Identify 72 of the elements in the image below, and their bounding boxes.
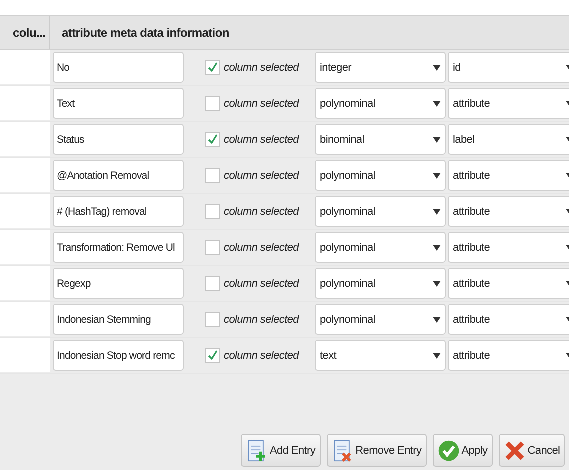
checkbox[interactable] bbox=[205, 132, 220, 147]
name-field[interactable]: # (HashTag) removal bbox=[53, 196, 184, 227]
dropdown-arrow-icon bbox=[433, 208, 441, 214]
role-dropdown[interactable]: attribute bbox=[448, 304, 569, 335]
checkbox-label: column selected bbox=[224, 242, 299, 254]
checkbox-label: column selected bbox=[224, 98, 299, 110]
role-dropdown[interactable]: attribute bbox=[448, 160, 569, 191]
table-cell bbox=[0, 302, 50, 336]
checkbox[interactable] bbox=[205, 168, 220, 183]
role-dropdown[interactable]: attribute bbox=[448, 340, 569, 371]
table-cell bbox=[0, 338, 50, 372]
checkbox-label: column selected bbox=[224, 134, 299, 146]
name-field[interactable]: Status bbox=[53, 124, 184, 155]
checkbox-label: column selected bbox=[224, 206, 299, 218]
table-cell bbox=[0, 266, 50, 300]
checkbox-label: column selected bbox=[224, 62, 299, 74]
checkbox-label: column selected bbox=[224, 278, 299, 290]
dropdown-arrow-icon bbox=[433, 244, 441, 250]
table-cell bbox=[0, 50, 50, 84]
add-button[interactable]: Add Entry bbox=[241, 434, 321, 467]
type-dropdown[interactable]: polynominal bbox=[315, 304, 446, 335]
table-cell bbox=[0, 230, 50, 264]
column-header[interactable]: attribute meta data information bbox=[50, 16, 569, 49]
checkmark-icon bbox=[438, 438, 460, 462]
apply-button[interactable]: Apply bbox=[432, 434, 493, 467]
name-field[interactable]: Indonesian Stop word remc bbox=[53, 340, 184, 371]
name-field[interactable]: Transformation: Remove Ul bbox=[53, 232, 184, 263]
name-field[interactable]: Indonesian Stemming bbox=[53, 304, 184, 335]
table-cell bbox=[0, 194, 50, 228]
checkbox-label: column selected bbox=[224, 314, 299, 326]
dropdown-arrow-icon bbox=[433, 136, 441, 142]
type-dropdown[interactable]: integer bbox=[315, 52, 446, 83]
role-dropdown[interactable]: attribute bbox=[448, 268, 569, 299]
role-dropdown[interactable]: label bbox=[448, 124, 569, 155]
checkbox[interactable] bbox=[205, 96, 220, 111]
name-field[interactable]: No bbox=[53, 52, 184, 83]
type-dropdown[interactable]: polynominal bbox=[315, 268, 446, 299]
name-field[interactable]: Regexp bbox=[53, 268, 184, 299]
type-dropdown[interactable]: text bbox=[315, 340, 446, 371]
role-dropdown[interactable]: attribute bbox=[448, 196, 569, 227]
checkbox[interactable] bbox=[205, 276, 220, 291]
dropdown-arrow-icon bbox=[433, 100, 441, 106]
checkbox-label: column selected bbox=[224, 350, 299, 362]
role-dropdown[interactable]: id bbox=[448, 52, 569, 83]
table-cell bbox=[0, 158, 50, 192]
checkbox[interactable] bbox=[205, 60, 220, 75]
name-field[interactable]: @Anotation Removal bbox=[53, 160, 184, 191]
type-dropdown[interactable]: polynominal bbox=[315, 160, 446, 191]
dropdown-arrow-icon bbox=[433, 172, 441, 178]
checkbox-label: column selected bbox=[224, 170, 299, 182]
name-field[interactable]: Text bbox=[53, 88, 184, 119]
checkbox[interactable] bbox=[205, 240, 220, 255]
document-remove-icon bbox=[332, 438, 354, 462]
column-header[interactable]: colu... bbox=[0, 16, 50, 49]
type-dropdown[interactable]: binominal bbox=[315, 124, 446, 155]
role-dropdown[interactable]: attribute bbox=[448, 232, 569, 263]
dropdown-arrow-icon bbox=[433, 316, 441, 322]
checkbox[interactable] bbox=[205, 204, 220, 219]
dropdown-arrow-icon bbox=[433, 280, 441, 286]
cancel-button[interactable]: Cancel bbox=[498, 434, 566, 467]
type-dropdown[interactable]: polynominal bbox=[315, 88, 446, 119]
remove-button[interactable]: Remove Entry bbox=[326, 434, 427, 467]
table-cell bbox=[0, 122, 50, 156]
checkbox[interactable] bbox=[205, 348, 220, 363]
document-add-icon bbox=[246, 438, 268, 462]
dropdown-arrow-icon bbox=[433, 64, 441, 70]
checkbox[interactable] bbox=[205, 312, 220, 327]
type-dropdown[interactable]: polynominal bbox=[315, 232, 446, 263]
table-cell bbox=[0, 86, 50, 120]
role-dropdown[interactable]: attribute bbox=[448, 88, 569, 119]
type-dropdown[interactable]: polynominal bbox=[315, 196, 446, 227]
dropdown-arrow-icon bbox=[433, 352, 441, 358]
